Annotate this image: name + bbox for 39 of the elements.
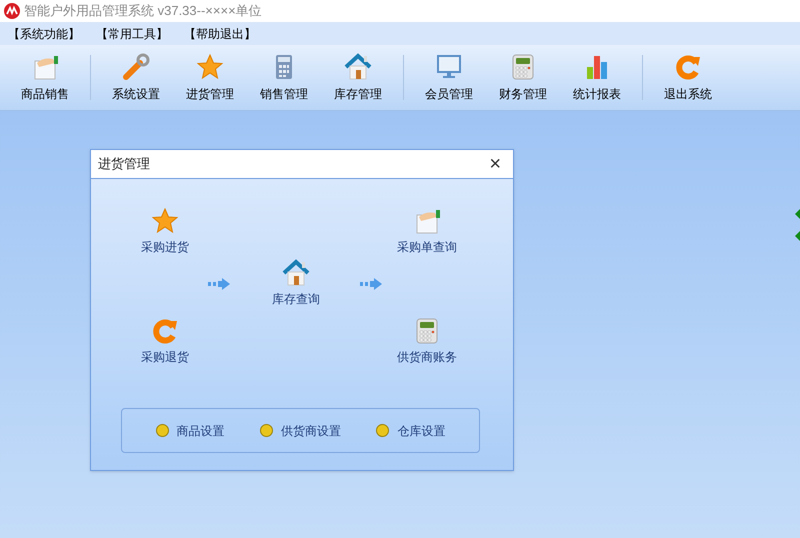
bullet-icon xyxy=(260,424,273,437)
toolbar-button[interactable]: 财务管理 xyxy=(486,45,560,110)
arrow-icon xyxy=(359,277,383,291)
close-button[interactable]: × xyxy=(485,154,505,174)
menu-item[interactable]: 【帮助退出】 xyxy=(184,24,256,42)
toolbar-button[interactable]: 库存管理 xyxy=(321,45,395,110)
module-button[interactable]: 采购进货 xyxy=(120,207,210,256)
bullet-icon xyxy=(376,424,390,437)
toolbar-button[interactable]: 会员管理 xyxy=(412,45,486,110)
toolbar-button[interactable]: 退出系统 xyxy=(651,45,725,110)
app-logo-icon xyxy=(4,3,20,19)
house-icon xyxy=(282,259,310,287)
settings-link[interactable]: 仓库设置 xyxy=(376,422,446,440)
window-title: 智能户外用品管理系统 v37.33--××××单位 xyxy=(24,2,262,20)
refresh-icon xyxy=(674,52,702,80)
toolbar-button[interactable]: 统计报表 xyxy=(560,45,634,110)
module-button[interactable]: 采购退货 xyxy=(120,317,210,366)
refresh-icon xyxy=(151,317,179,345)
arrow-icon xyxy=(795,231,800,241)
module-button[interactable]: 采购单查询 xyxy=(382,207,472,256)
bullet-icon xyxy=(156,424,169,437)
toolbar-button[interactable]: 进货管理 xyxy=(173,45,247,110)
wrench-icon xyxy=(122,52,150,80)
arrow-icon xyxy=(207,277,231,291)
settings-link[interactable]: 商品设置 xyxy=(156,422,225,440)
house-icon xyxy=(344,52,372,80)
toolbar-button[interactable]: 商品销售 xyxy=(8,45,82,110)
star-icon xyxy=(151,207,179,235)
menu-item[interactable]: 【常用工具】 xyxy=(96,24,168,42)
module-button[interactable]: 供货商账务 xyxy=(382,317,472,366)
toolbar-button[interactable]: 销售管理 xyxy=(247,45,321,110)
menu-item[interactable]: 【系统功能】 xyxy=(8,24,80,42)
toolbar-button[interactable]: 系统设置 xyxy=(99,45,173,110)
dialog-title: 进货管理 xyxy=(98,155,150,174)
settings-link[interactable]: 供货商设置 xyxy=(260,422,341,440)
arrow-icon xyxy=(795,209,800,219)
star-icon xyxy=(196,52,224,80)
module-button[interactable]: 库存查询 xyxy=(251,259,341,308)
monitor-icon xyxy=(435,52,463,80)
